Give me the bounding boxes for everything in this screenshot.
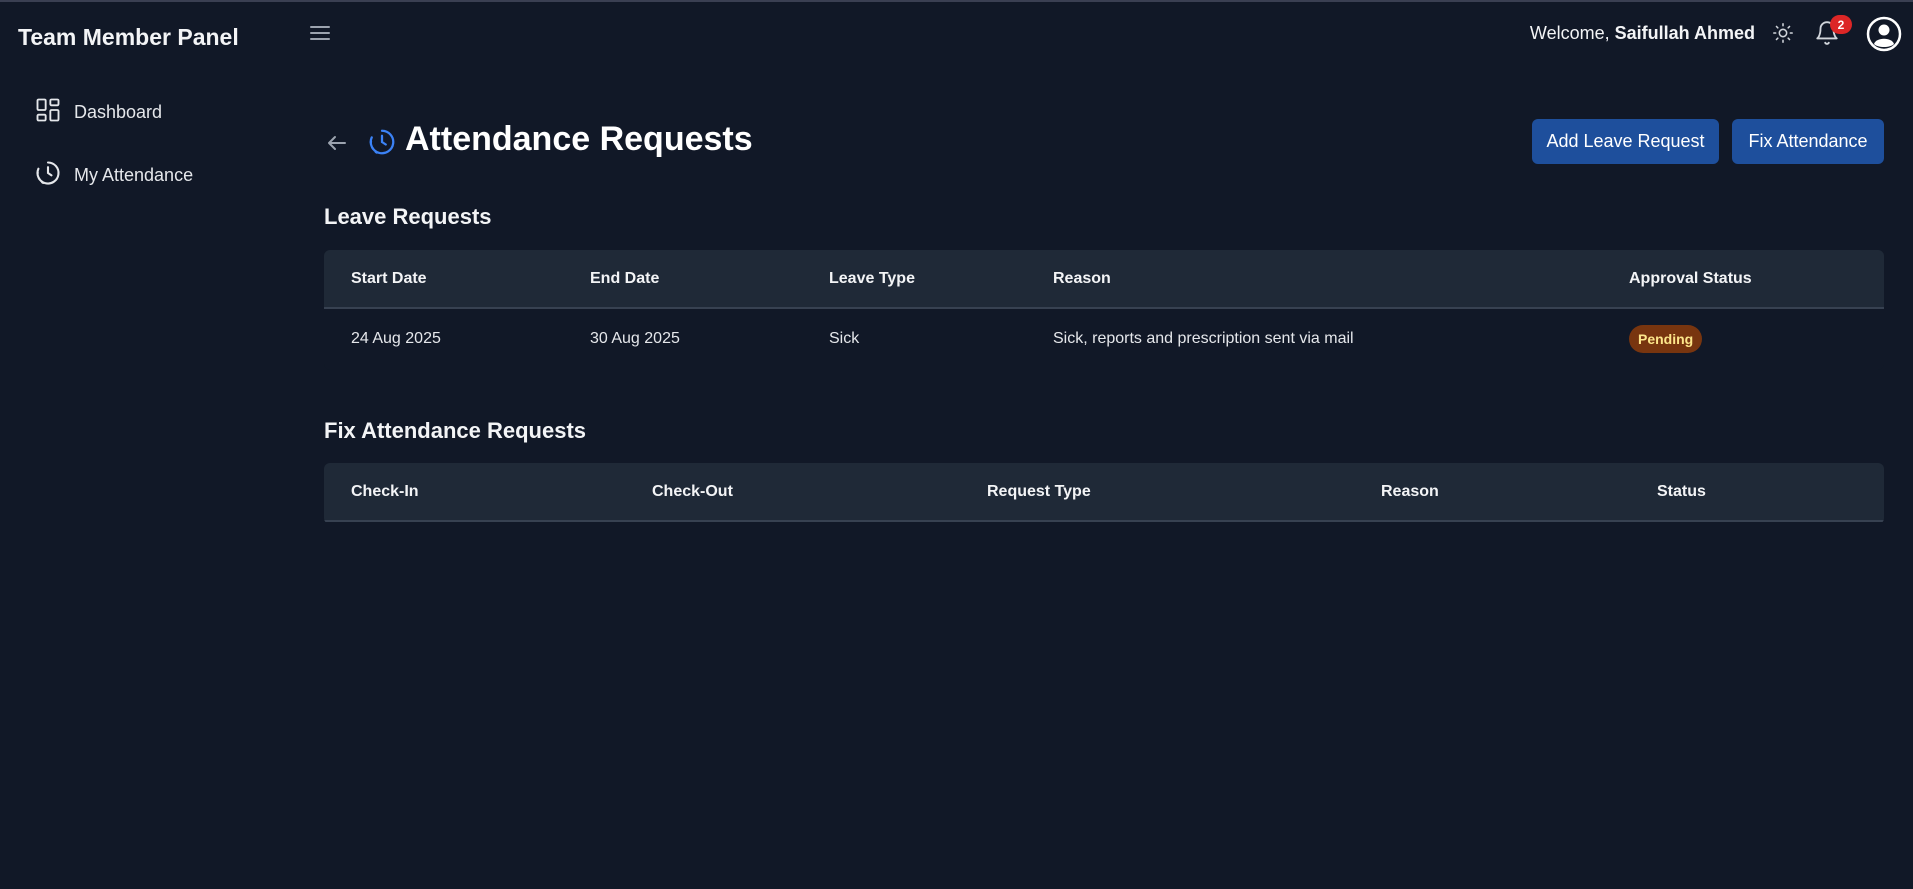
sun-icon xyxy=(1773,23,1793,43)
dashboard-grid-icon xyxy=(34,96,62,129)
column-header-reason: Reason xyxy=(1053,270,1111,287)
status-badge: Pending xyxy=(1629,325,1703,353)
leave-type-cell: Sick xyxy=(829,330,860,347)
leave-requests-heading: Leave Requests xyxy=(324,204,492,229)
column-header-check-out: Check-Out xyxy=(652,483,733,500)
sidebar-item-dashboard[interactable]: Dashboard xyxy=(34,92,162,132)
table-row[interactable]: 24 Aug 2025 30 Aug 2025 Sick Sick, repor… xyxy=(324,309,1884,370)
sidebar-item-label: Dashboard xyxy=(74,101,163,122)
column-header-reason: Reason xyxy=(1381,483,1439,500)
column-header-start-date: Start Date xyxy=(351,270,427,287)
reason-cell: Sick, reports and prescription sent via … xyxy=(1053,330,1354,347)
end-date-cell: 30 Aug 2025 xyxy=(590,330,680,347)
clock-icon xyxy=(367,127,397,157)
notification-count-badge: 2 xyxy=(1830,15,1852,34)
back-button[interactable] xyxy=(322,128,352,158)
column-header-end-date: End Date xyxy=(590,270,660,287)
add-leave-request-button[interactable]: Add Leave Request xyxy=(1532,119,1719,164)
column-header-leave-type: Leave Type xyxy=(829,270,915,287)
user-avatar-button[interactable] xyxy=(1866,16,1902,52)
page-title: Attendance Requests xyxy=(405,120,753,158)
clock-icon xyxy=(34,159,62,192)
table-header: Check-In Check-Out Request Type Reason S… xyxy=(324,463,1884,522)
hamburger-menu-icon xyxy=(310,26,330,40)
leave-requests-table: Start Date End Date Leave Type Reason Ap… xyxy=(324,250,1884,370)
sidebar: Team Member Panel Dashboard My Attendanc… xyxy=(0,2,290,889)
fix-attendance-button[interactable]: Fix Attendance xyxy=(1732,119,1884,164)
column-header-status: Status xyxy=(1657,483,1706,500)
user-name: Saifullah Ahmed xyxy=(1614,23,1755,43)
welcome-prefix: Welcome, xyxy=(1529,23,1610,43)
user-circle-icon xyxy=(1866,16,1902,52)
arrow-left-icon xyxy=(328,136,346,150)
column-header-check-in: Check-In xyxy=(351,483,419,500)
brand-title: Team Member Panel xyxy=(18,24,239,50)
column-header-request-type: Request Type xyxy=(987,483,1091,500)
fix-attendance-requests-table: Check-In Check-Out Request Type Reason S… xyxy=(324,463,1884,524)
fix-attendance-requests-heading: Fix Attendance Requests xyxy=(324,418,587,443)
welcome-message: Welcome, Saifullah Ahmed xyxy=(1530,23,1755,44)
sidebar-item-label: My Attendance xyxy=(74,164,194,185)
table-header: Start Date End Date Leave Type Reason Ap… xyxy=(324,250,1884,309)
menu-toggle-button[interactable] xyxy=(306,19,334,47)
start-date-cell: 24 Aug 2025 xyxy=(351,330,441,347)
theme-toggle-button[interactable] xyxy=(1770,20,1796,46)
column-header-approval-status: Approval Status xyxy=(1629,270,1752,287)
sidebar-item-my-attendance[interactable]: My Attendance xyxy=(34,155,193,195)
